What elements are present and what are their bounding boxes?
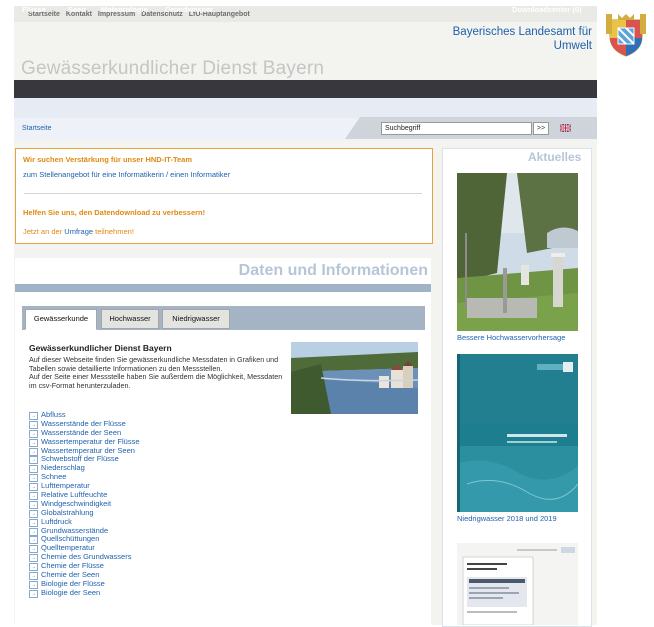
notice-heading-survey: Helfen Sie uns, den Datendownload zu ver… <box>23 208 206 217</box>
site-title: Gewässerkundlicher Dienst Bayern <box>21 58 325 79</box>
search-button[interactable]: >> <box>533 122 549 135</box>
section-header: Daten und Informationen <box>15 258 431 284</box>
job-offer-link[interactable]: zum Stellenangebot für eine Informatiker… <box>23 170 230 179</box>
sidebar-title: Aktuelles <box>528 150 582 164</box>
nav-item-grundwasser[interactable]: Grundwasser <box>165 5 213 14</box>
content-description: Auf dieser Webseite finden Sie gewässerk… <box>29 355 283 390</box>
link-arrow-icon: → <box>29 492 38 501</box>
link-arrow-icon: → <box>29 438 38 447</box>
link-arrow-icon: → <box>29 429 38 438</box>
news-image-weather-station[interactable] <box>457 173 578 331</box>
link-arrow-icon: → <box>29 518 38 527</box>
link-arrow-icon: → <box>29 554 38 563</box>
notice-divider <box>24 193 422 194</box>
section-title: Daten und Informationen <box>238 262 428 279</box>
agency-name[interactable]: Bayerisches Landesamt für Umwelt <box>453 25 592 53</box>
link-arrow-icon: → <box>29 483 38 492</box>
link-arrow-icon: → <box>29 447 38 456</box>
link-arrow-icon: → <box>29 465 38 474</box>
search-input[interactable]: Suchbegriff <box>381 122 532 135</box>
link-arrow-icon: → <box>29 580 38 589</box>
main-navigation <box>14 80 597 98</box>
breadcrumb[interactable]: Startseite <box>22 125 52 132</box>
link-arrow-icon: → <box>29 412 38 420</box>
tab-niedrigwasser[interactable]: Niedrigwasser <box>162 309 230 329</box>
bavarian-coat-of-arms-icon[interactable] <box>604 12 648 58</box>
download-center-link[interactable]: Downloadcenter (0) <box>512 5 582 14</box>
data-link-list: → Abfluss → Wasserstände der Flüsse → Wasse… <box>29 410 140 598</box>
link-arrow-icon: → <box>29 527 38 536</box>
nav-item-meteorologie[interactable]: Meteorologie <box>101 5 148 14</box>
link-arrow-icon: → <box>29 420 38 429</box>
nav-item-fluesse[interactable]: Flüsse <box>22 5 46 14</box>
content-title: Gewässerkundlicher Dienst Bayern <box>29 343 172 353</box>
survey-link[interactable]: Umfrage <box>64 227 93 236</box>
english-language-flag-icon[interactable] <box>560 124 571 132</box>
link-arrow-icon: → <box>29 509 38 518</box>
survey-text: Jetzt an der Umfrage teilnehmen! <box>23 227 134 236</box>
news-image-low-water-report[interactable] <box>457 354 578 512</box>
news-image-document[interactable] <box>457 543 578 625</box>
link-arrow-icon: → <box>29 589 38 598</box>
news-caption-flood-forecast[interactable]: Bessere Hochwasservorhersage <box>457 333 565 342</box>
notice-box: Wir suchen Verstärkung für unser HND-IT-… <box>15 148 433 244</box>
link-arrow-icon: → <box>29 456 38 465</box>
tab-gewaesserkunde[interactable]: Gewässerkunde <box>25 309 97 330</box>
nav-item-seen[interactable]: Seen <box>68 5 86 14</box>
river-town-photo <box>291 342 418 414</box>
link-arrow-icon: → <box>29 572 38 581</box>
link-arrow-icon: → <box>29 474 38 483</box>
sub-navigation-bar <box>14 98 597 118</box>
news-caption-low-water[interactable]: Niedrigwasser 2018 und 2019 <box>457 514 557 523</box>
tab-hochwasser[interactable]: Hochwasser <box>101 309 159 329</box>
link-arrow-icon: → <box>29 500 38 509</box>
link-arrow-icon: → <box>29 545 38 554</box>
link-arrow-icon: → <box>29 536 38 545</box>
section-header-bar <box>15 284 431 292</box>
data-link-20[interactable]: → Biologie der Seen <box>29 588 140 598</box>
link-arrow-icon: → <box>29 563 38 572</box>
notice-heading-jobs: Wir suchen Verstärkung für unser HND-IT-… <box>23 155 192 164</box>
